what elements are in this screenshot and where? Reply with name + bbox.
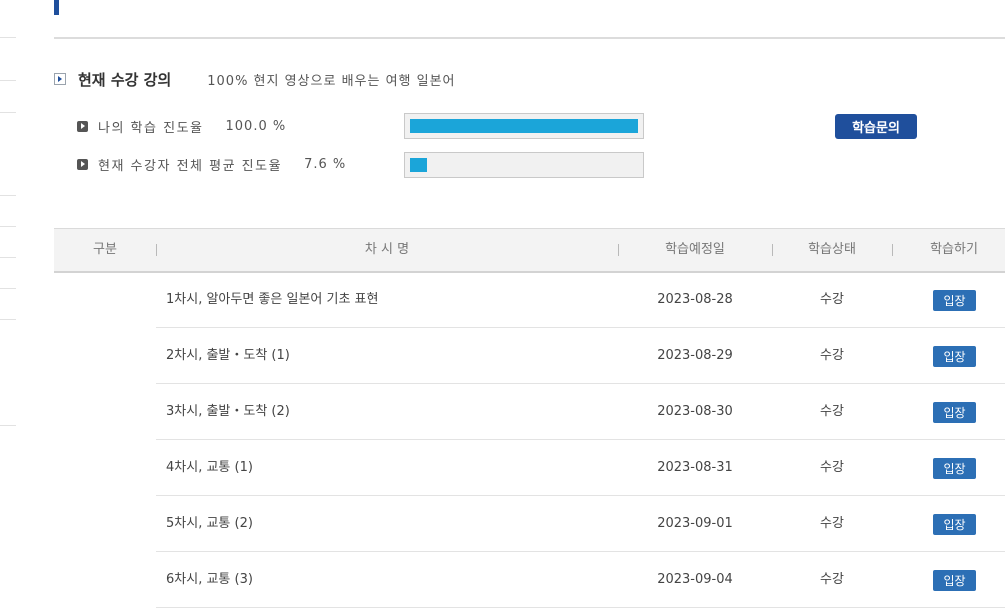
course-name: 100% 현지 영상으로 배우는 여행 일본어 <box>207 73 456 89</box>
current-course-header: 현재 수강 강의 100% 현지 영상으로 배우는 여행 일본어 <box>54 68 456 90</box>
header-session: 차 시 명 <box>364 242 410 257</box>
enter-button[interactable]: 입장 <box>933 346 976 367</box>
session-title: 1차시, 알아두면 좋은 일본어 기초 표현 <box>166 292 379 307</box>
learning-status: 수강 <box>820 516 844 531</box>
scheduled-date: 2023-08-30 <box>657 404 733 419</box>
header-category: 구분 <box>93 242 117 257</box>
table-row: 4차시, 교통 (1) 2023-08-31 수강 입장 <box>54 440 1005 496</box>
scheduled-date: 2023-08-29 <box>657 348 733 363</box>
learning-status: 수강 <box>820 348 844 363</box>
my-progress-bar <box>404 113 644 139</box>
session-title: 2차시, 출발・도착 (1) <box>166 348 290 363</box>
enter-button[interactable]: 입장 <box>933 402 976 423</box>
session-title: 6차시, 교통 (3) <box>166 572 253 587</box>
lesson-table: 구분 차 시 명 학습예정일 학습상태 학습하기 1차시, 알아두면 좋은 일본… <box>54 228 1005 608</box>
left-sidebar-edge <box>0 0 16 609</box>
average-progress-label: 현재 수강자 전체 평균 진도율 <box>98 158 283 174</box>
top-divider <box>54 37 1005 39</box>
learning-status: 수강 <box>820 292 844 307</box>
session-title: 4차시, 교통 (1) <box>166 460 253 475</box>
scheduled-date: 2023-08-31 <box>657 460 733 475</box>
table-row: 5차시, 교통 (2) 2023-09-01 수강 입장 <box>54 496 1005 552</box>
table-row: 3차시, 출발・도착 (2) 2023-08-30 수강 입장 <box>54 384 1005 440</box>
table-header: 구분 차 시 명 학습예정일 학습상태 학습하기 <box>54 228 1005 273</box>
my-progress-value: 100.0 % <box>225 118 287 134</box>
learning-status: 수강 <box>820 460 844 475</box>
scheduled-date: 2023-09-04 <box>657 572 733 587</box>
header-date: 학습예정일 <box>665 242 725 257</box>
enter-button[interactable]: 입장 <box>933 570 976 591</box>
enter-button[interactable]: 입장 <box>933 514 976 535</box>
play-bullet-icon <box>77 158 88 170</box>
section-title: 현재 수강 강의 <box>78 70 172 89</box>
average-progress-row: 현재 수강자 전체 평균 진도율 7.6 % <box>77 154 346 174</box>
table-row: 2차시, 출발・도착 (1) 2023-08-29 수강 입장 <box>54 328 1005 384</box>
learning-status: 수강 <box>820 572 844 587</box>
header-status: 학습상태 <box>808 242 856 257</box>
average-progress-value: 7.6 % <box>304 156 347 172</box>
enter-button[interactable]: 입장 <box>933 290 976 311</box>
session-title: 5차시, 교통 (2) <box>166 516 253 531</box>
my-progress-row: 나의 학습 진도율 100.0 % <box>77 116 286 136</box>
scheduled-date: 2023-09-01 <box>657 516 733 531</box>
play-bullet-icon <box>77 120 88 132</box>
row-divider <box>156 607 1005 608</box>
my-progress-fill <box>410 119 638 133</box>
average-progress-fill <box>410 158 427 172</box>
learning-inquiry-button[interactable]: 학습문의 <box>835 114 917 139</box>
table-row: 6차시, 교통 (3) 2023-09-04 수강 입장 <box>54 552 1005 608</box>
my-progress-label: 나의 학습 진도율 <box>98 120 204 136</box>
title-accent-bar <box>54 0 59 15</box>
learning-status: 수강 <box>820 404 844 419</box>
arrow-box-icon <box>54 73 66 85</box>
session-title: 3차시, 출발・도착 (2) <box>166 404 290 419</box>
table-row: 1차시, 알아두면 좋은 일본어 기초 표현 2023-08-28 수강 입장 <box>54 272 1005 328</box>
scheduled-date: 2023-08-28 <box>657 292 733 307</box>
enter-button[interactable]: 입장 <box>933 458 976 479</box>
header-action: 학습하기 <box>930 242 978 257</box>
average-progress-bar <box>404 152 644 178</box>
